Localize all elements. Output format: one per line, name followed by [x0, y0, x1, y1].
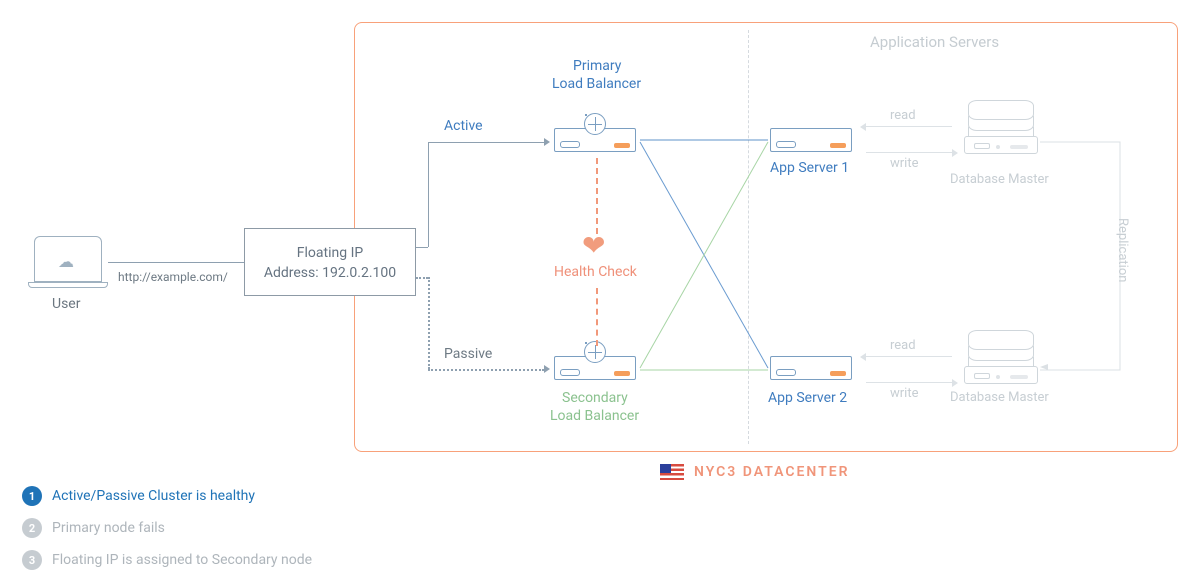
heart-icon: ❤	[582, 232, 605, 260]
database-master-1	[968, 100, 1034, 154]
database-master-2	[968, 330, 1034, 384]
replication-label: Replication	[1115, 218, 1130, 282]
user-label: User	[52, 296, 80, 312]
fip-down	[428, 277, 430, 369]
user-laptop-base	[28, 282, 108, 288]
app-server-1-label: App Server 1	[770, 160, 849, 176]
floating-ip-box: Floating IP Address: 192.0.2.100	[244, 228, 416, 296]
step-1: 1 Active/Passive Cluster is healthy	[22, 486, 255, 506]
fip-up	[428, 142, 429, 247]
arrow-secondary	[544, 365, 550, 373]
app-server-1	[768, 118, 854, 154]
datacenter-box	[354, 22, 1178, 452]
fip-stub-top	[416, 247, 428, 248]
step-3-text: Floating IP is assigned to Secondary nod…	[52, 552, 312, 568]
health-line-top	[596, 158, 598, 234]
write-label-2: write	[890, 386, 918, 401]
primary-lb-title-1: Primary	[573, 58, 621, 74]
primary-load-balancer	[552, 118, 638, 154]
floating-ip-line1: Floating IP	[245, 243, 415, 263]
line-user-to-fip	[108, 262, 244, 263]
app-server-2-label: App Server 2	[768, 390, 847, 406]
write-arrow-1	[866, 152, 952, 153]
datacenter-name: NYC3 DATACENTER	[694, 464, 850, 480]
secondary-load-balancer	[552, 346, 638, 382]
health-line-bottom	[596, 288, 598, 346]
step-3: 3 Floating IP is assigned to Secondary n…	[22, 550, 312, 570]
us-flag-icon	[660, 464, 684, 480]
app-server-2	[768, 346, 854, 382]
fip-to-primary	[428, 142, 544, 143]
datacenter-label: NYC3 DATACENTER	[660, 464, 850, 480]
step-1-badge: 1	[22, 486, 42, 506]
secondary-lb-title-2: Load Balancer	[550, 408, 639, 424]
step-2: 2 Primary node fails	[22, 518, 165, 538]
primary-lb-title-2: Load Balancer	[552, 76, 641, 92]
passive-label: Passive	[444, 346, 492, 362]
db-master-label-1: Database Master	[950, 172, 1049, 187]
secondary-lb-title-1: Secondary	[562, 390, 628, 406]
fip-stub-bot	[416, 277, 428, 279]
read-arrow-1	[866, 126, 952, 127]
step-2-text: Primary node fails	[52, 520, 165, 536]
health-check-label: Health Check	[554, 264, 637, 280]
active-label: Active	[444, 118, 483, 134]
arrow-primary	[544, 138, 550, 146]
db-master-label-2: Database Master	[950, 390, 1049, 405]
read-label-2: read	[890, 338, 916, 353]
request-url: http://example.com/	[118, 270, 228, 284]
step-1-text: Active/Passive Cluster is healthy	[52, 488, 255, 504]
step-2-badge: 2	[22, 518, 42, 538]
floating-ip-line2: Address: 192.0.2.100	[245, 263, 415, 283]
fip-to-secondary	[428, 369, 544, 371]
step-3-badge: 3	[22, 550, 42, 570]
write-arrow-2	[866, 382, 952, 383]
cloud-icon: ☁	[58, 252, 74, 271]
application-servers-title: Application Servers	[870, 33, 999, 51]
vertical-divider	[748, 30, 749, 444]
read-arrow-2	[866, 356, 952, 357]
read-label-1: read	[890, 108, 916, 123]
write-label-1: write	[890, 156, 918, 171]
